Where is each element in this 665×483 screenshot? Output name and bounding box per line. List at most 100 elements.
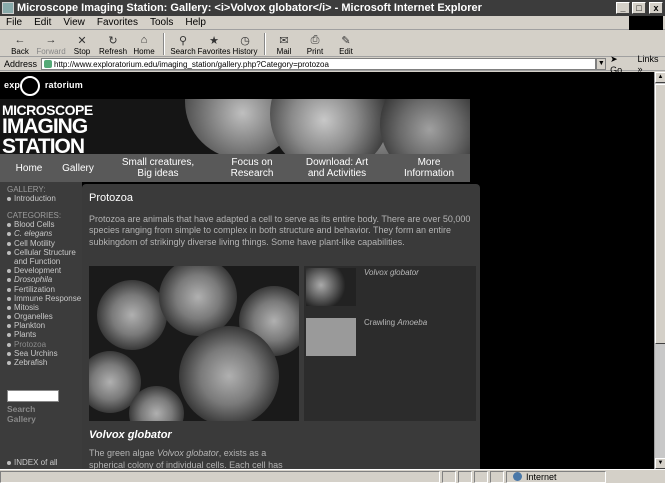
print-button[interactable]: ⎙ Print (301, 34, 329, 57)
sidebar-item-introduction[interactable]: Introduction (7, 194, 82, 203)
desc-suffix: , exists as a (218, 448, 267, 458)
bullet-icon (7, 296, 11, 301)
banner-volvox-image (270, 99, 390, 154)
exploratorium-logo[interactable]: expl ratorium (4, 80, 83, 90)
sidebar-item-label: Plants (14, 330, 37, 340)
forward-arrow-icon: → (45, 34, 57, 46)
menu-edit[interactable]: Edit (34, 17, 51, 28)
vertical-scrollbar[interactable]: ▲ ▼ (654, 72, 665, 469)
search-gallery-button[interactable]: Search Gallery (7, 404, 82, 424)
close-button[interactable]: x (649, 2, 663, 14)
desc-prefix: The green algae (89, 448, 158, 458)
nav-gallery[interactable]: Gallery (58, 163, 98, 174)
menu-view[interactable]: View (63, 17, 85, 28)
sidebar-item-immune-response[interactable]: Immune Response (7, 294, 82, 303)
menu-file[interactable]: File (6, 17, 22, 28)
status-cell (490, 470, 504, 483)
sidebar-item-zebrafish[interactable]: Zebrafish (7, 358, 82, 367)
bullet-icon (7, 324, 11, 329)
address-input[interactable]: http://www.exploratorium.edu/imaging_sta… (41, 58, 597, 70)
scroll-up-icon[interactable]: ▲ (655, 72, 665, 83)
forward-label: Forward (36, 47, 66, 56)
sidebar-item-development[interactable]: Development (7, 266, 82, 275)
volvox-main-image[interactable] (89, 266, 299, 421)
menu-favorites[interactable]: Favorites (97, 17, 138, 28)
gallery-header: GALLERY: (7, 185, 46, 194)
sidebar-item-protozoa[interactable]: Protozoa (7, 340, 82, 349)
thumb-amoeba-label[interactable]: Crawling Amoeba (364, 318, 427, 327)
nav-download[interactable]: Download: Art and Activities (286, 157, 388, 179)
stop-button[interactable]: ✕ Stop (68, 34, 96, 57)
nav-focus-research[interactable]: Focus on Research (218, 157, 286, 179)
search-label: Search (170, 47, 196, 56)
links-button[interactable]: Links » (637, 54, 665, 74)
address-label: Address (4, 59, 38, 69)
banner-volvox-image (380, 99, 470, 154)
bullet-icon (7, 333, 11, 338)
home-button[interactable]: ⌂ Home (130, 34, 158, 56)
favorites-label: Favorites (197, 47, 231, 56)
mail-button[interactable]: ✉ Mail (270, 34, 298, 57)
back-button[interactable]: ← Back (6, 34, 34, 56)
nav-small-line1: Small creatures, (121, 157, 195, 168)
bullet-icon (7, 305, 11, 310)
sidebar-item-fertilization[interactable]: Fertilization (7, 285, 82, 294)
status-cell (442, 470, 456, 483)
sidebar-item-label: Sea Urchins (14, 348, 58, 358)
nav-focus-line1: Focus on (231, 157, 273, 168)
window-title: Microscope Imaging Station: Gallery: <i>… (17, 2, 482, 14)
bullet-icon (7, 287, 11, 292)
edit-label: Edit (339, 47, 353, 56)
banner-title-line3: STATION (2, 135, 85, 154)
nav-small-creatures[interactable]: Small creatures, Big ideas (98, 157, 218, 179)
security-zone: Internet (506, 470, 606, 483)
search-button[interactable]: ⚲ Search (169, 34, 197, 57)
menu-tools[interactable]: Tools (150, 17, 173, 28)
nav-home[interactable]: Home (0, 163, 58, 174)
sidebar-item-cell-motility[interactable]: Cell Motility (7, 239, 82, 248)
edit-button[interactable]: ✎ Edit (332, 34, 360, 57)
sidebar-item-mitosis[interactable]: Mitosis (7, 303, 82, 312)
sidebar-item-plankton[interactable]: Plankton (7, 321, 82, 330)
scroll-thumb[interactable] (655, 84, 665, 344)
toolbar-separator (264, 33, 266, 55)
sidebar-item-organelles[interactable]: Organelles (7, 312, 82, 321)
maximize-button[interactable]: □ (632, 2, 646, 14)
status-text (0, 470, 440, 483)
bullet-icon (7, 241, 11, 246)
sidebar-item-label: Drosophila (14, 275, 53, 285)
menu-help[interactable]: Help (185, 17, 206, 28)
thumb-volvox[interactable] (306, 268, 356, 306)
web-content: expl ratorium MICROSCOPE IMAGING STATION … (0, 72, 654, 469)
sidebar-item-blood-cells[interactable]: Blood Cells (7, 220, 82, 229)
mail-label: Mail (276, 47, 292, 56)
sidebar-item-sea-urchins[interactable]: Sea Urchins (7, 349, 82, 358)
gallery-search-input[interactable] (7, 390, 59, 403)
sidebar-item-plants[interactable]: Plants (7, 330, 82, 339)
favorites-button[interactable]: ★ Favorites (197, 34, 231, 57)
sidebar-item-drosophila[interactable]: Drosophila (7, 275, 82, 284)
nav-download-line2: and Activities (307, 168, 367, 179)
thumb-amoeba-prefix: Crawling (364, 318, 398, 327)
toolbar: ← Back → Forward ✕ Stop ↻ Refresh ⌂ Home… (0, 31, 665, 57)
print-label: Print (306, 47, 324, 56)
ie-window-icon[interactable] (2, 2, 14, 14)
forward-button[interactable]: → Forward (36, 34, 66, 56)
address-dropdown-button[interactable]: ▼ (596, 58, 607, 70)
sidebar-item-cellular-structure[interactable]: Cellular Structure and Function (7, 248, 82, 266)
home-icon: ⌂ (140, 34, 148, 46)
volvox-cell (97, 280, 167, 350)
thumb-volvox-label[interactable]: Volvox globator (364, 268, 419, 277)
refresh-button[interactable]: ↻ Refresh (99, 34, 127, 57)
minimize-button[interactable]: _ (616, 2, 630, 14)
nav-more-info[interactable]: More Information (388, 157, 470, 179)
history-button[interactable]: ◷ History (231, 34, 259, 57)
address-bar: Address http://www.exploratorium.edu/ima… (0, 54, 665, 75)
sidebar-item-c-elegans[interactable]: C. elegans (7, 229, 82, 238)
gallery-sidebar: GALLERY: Introduction CATEGORIES: Blood … (0, 182, 82, 469)
index-link[interactable]: INDEX of all (7, 458, 58, 467)
nav-download-line1: Download: Art (305, 157, 369, 168)
bullet-icon (7, 223, 11, 228)
thumb-amoeba[interactable] (306, 318, 356, 356)
scroll-down-icon[interactable]: ▼ (655, 458, 665, 469)
